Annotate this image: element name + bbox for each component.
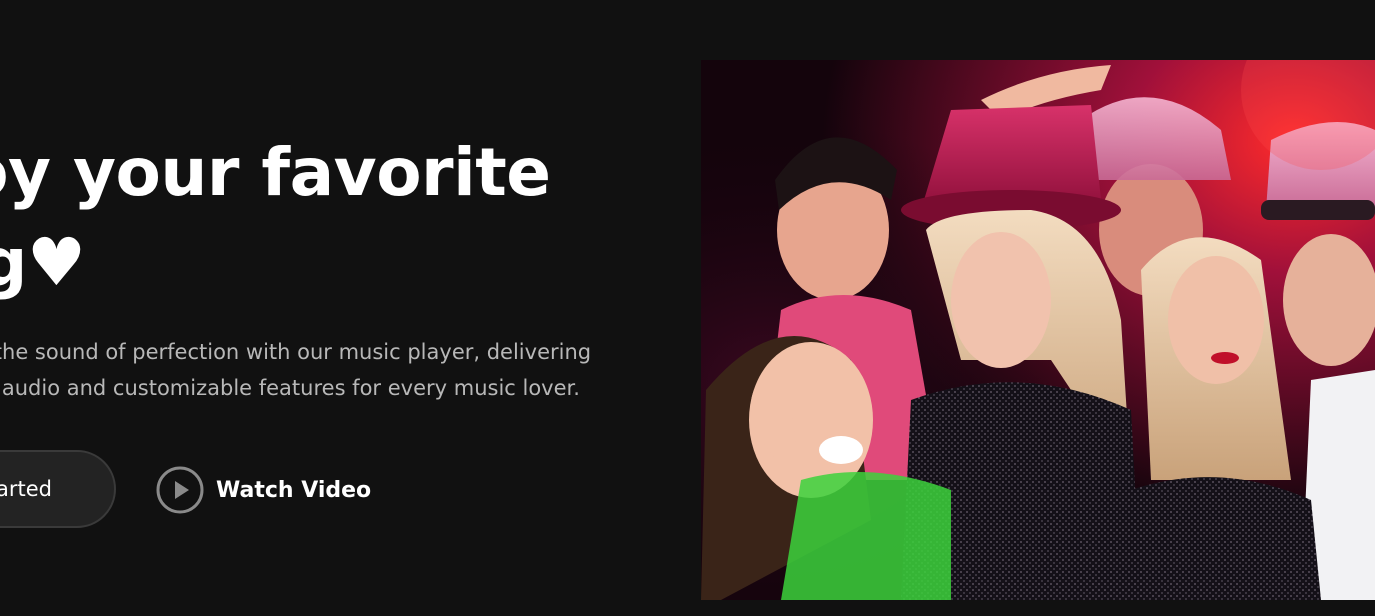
hero-title: Enjoy your favorite song♥: [0, 128, 551, 308]
hero-title-line-1: Enjoy your favorite: [0, 134, 551, 211]
hero-description-line-2: high-quality audio and customizable feat…: [0, 376, 580, 400]
hero-title-line-2: song♥: [0, 224, 86, 301]
get-started-button[interactable]: Get Started: [0, 450, 116, 528]
hero-description-line-1: Experience the sound of perfection with …: [0, 340, 592, 364]
hero-section: Enjoy your favorite song♥ Experience the…: [0, 0, 1375, 616]
play-circle-icon[interactable]: [156, 466, 204, 514]
watch-video-label: Watch Video: [216, 477, 372, 503]
hero-description: Experience the sound of perfection with …: [0, 334, 591, 406]
watch-video-button[interactable]: Watch Video: [156, 466, 371, 514]
hero-photo-party-people: [701, 60, 1375, 600]
